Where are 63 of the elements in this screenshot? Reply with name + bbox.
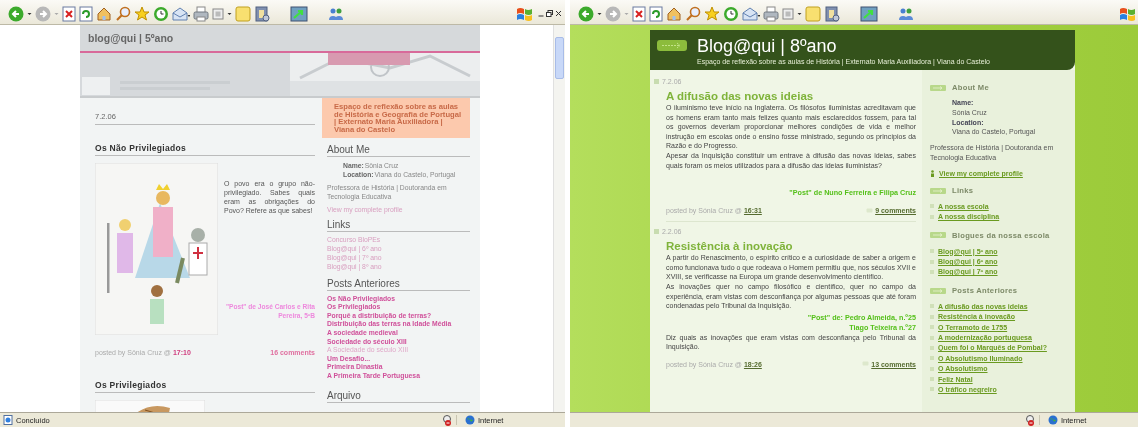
arrow-badge-icon bbox=[930, 287, 946, 294]
mail-icon[interactable] bbox=[742, 5, 760, 22]
square-bullet-icon bbox=[930, 304, 934, 309]
square-bullet-icon bbox=[930, 314, 934, 319]
history-icon[interactable] bbox=[153, 5, 169, 22]
comment-icon bbox=[866, 207, 874, 214]
printer-icon[interactable] bbox=[193, 5, 209, 22]
post-title: A difusão das novas ideias bbox=[666, 90, 815, 103]
square-bullet-icon bbox=[930, 366, 934, 371]
post-title: Resistência à inovação bbox=[666, 240, 794, 254]
square-bullet-icon bbox=[930, 269, 934, 274]
globe-icon bbox=[465, 415, 475, 425]
section-heading: About Me bbox=[327, 144, 470, 158]
home-icon[interactable] bbox=[666, 5, 682, 22]
square-bullet-icon bbox=[930, 204, 934, 209]
square-bullet-icon bbox=[930, 249, 934, 254]
restore-icon[interactable] bbox=[546, 9, 553, 18]
scrollbar-thumb[interactable] bbox=[555, 37, 564, 79]
blocked-icon bbox=[441, 414, 453, 426]
arrow-box-icon[interactable] bbox=[860, 5, 878, 22]
film-icon[interactable] bbox=[824, 5, 840, 22]
post-title: Os Privilegiados bbox=[95, 380, 315, 393]
page-icon bbox=[3, 415, 13, 425]
blog-title[interactable]: Blog@qui | 8ºano bbox=[697, 35, 990, 56]
history-icon[interactable] bbox=[723, 5, 739, 22]
square-bullet-icon bbox=[930, 325, 934, 330]
post-title: Os Não Privilegiados bbox=[95, 143, 315, 156]
square-bullet-icon bbox=[654, 229, 659, 235]
square-bullet-icon bbox=[930, 356, 934, 361]
close-icon[interactable] bbox=[555, 9, 562, 18]
scrollbar[interactable] bbox=[553, 25, 565, 412]
refresh-icon[interactable] bbox=[649, 5, 663, 22]
blocked-icon bbox=[1024, 414, 1036, 426]
section-heading: Arquivo bbox=[327, 389, 470, 403]
search-icon[interactable] bbox=[115, 5, 131, 22]
globe-icon bbox=[1048, 415, 1058, 425]
home-icon[interactable] bbox=[96, 5, 112, 22]
film-icon[interactable] bbox=[254, 5, 270, 22]
square-bullet-icon bbox=[930, 335, 934, 340]
arrow-badge-icon bbox=[930, 232, 946, 239]
refresh-icon[interactable] bbox=[79, 5, 93, 22]
arrow-badge-icon bbox=[930, 187, 946, 194]
star-icon[interactable] bbox=[134, 5, 150, 22]
arrow-badge-icon bbox=[657, 39, 687, 51]
arrow-badge-icon bbox=[930, 84, 946, 91]
square-bullet-icon bbox=[930, 259, 934, 264]
square-bullet-icon bbox=[930, 387, 934, 392]
section-heading: Links bbox=[327, 219, 470, 233]
person-icon bbox=[930, 170, 935, 178]
search-icon[interactable] bbox=[685, 5, 701, 22]
printer-icon[interactable] bbox=[763, 5, 779, 22]
square-bullet-icon bbox=[654, 79, 659, 84]
mail-icon[interactable] bbox=[172, 5, 190, 22]
square-bullet-icon bbox=[930, 377, 934, 382]
stop-icon[interactable] bbox=[632, 5, 646, 22]
stop-icon[interactable] bbox=[62, 5, 76, 22]
arrow-box-icon[interactable] bbox=[290, 5, 308, 22]
blog-title[interactable]: blog@qui | 5ºano bbox=[88, 32, 174, 44]
section-heading: Posts Anteriores bbox=[327, 277, 470, 291]
star-icon[interactable] bbox=[704, 5, 720, 22]
square-bullet-icon bbox=[930, 214, 934, 219]
square-bullet-icon bbox=[930, 345, 934, 350]
comment-icon bbox=[862, 361, 870, 368]
